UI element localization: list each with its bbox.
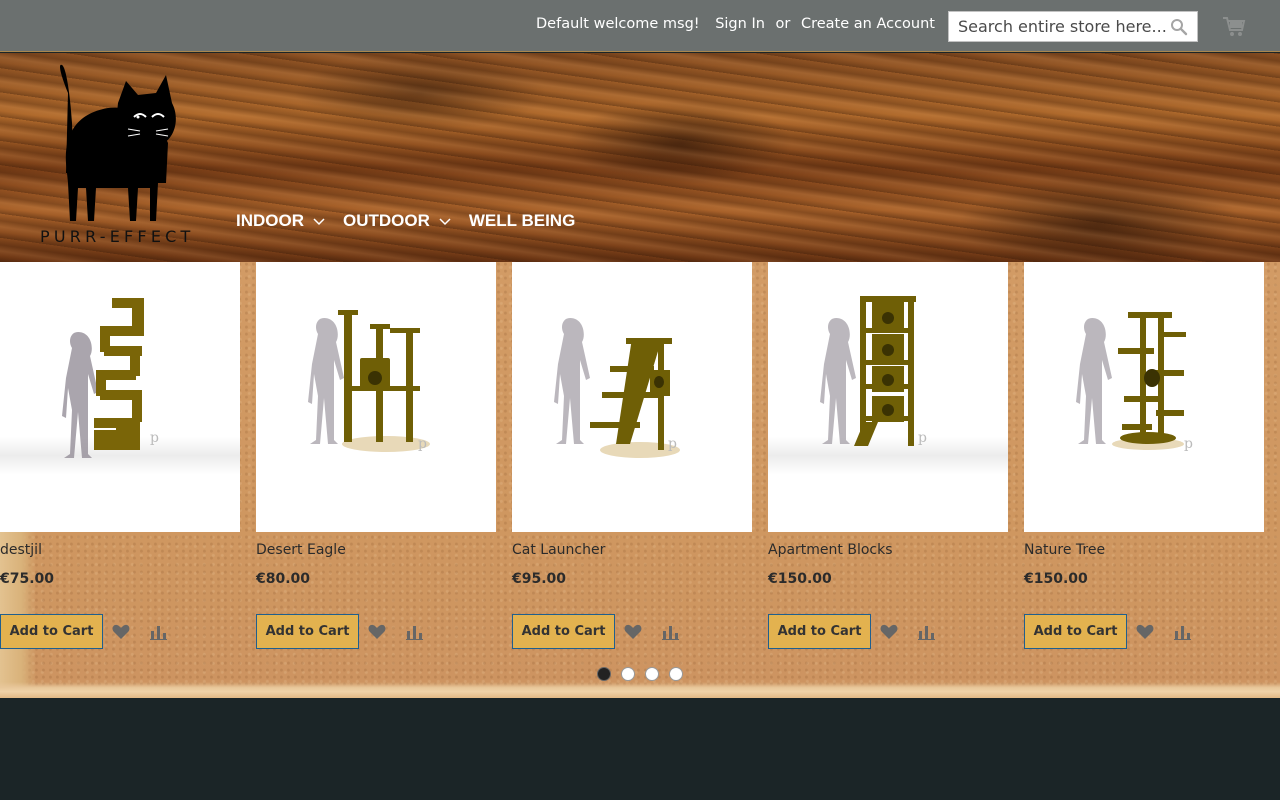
nav-item-label: WELL BEING bbox=[468, 211, 576, 230]
add-to-cart-button[interactable]: Add to Cart bbox=[1024, 614, 1127, 649]
top-bar: Default welcome msg! Sign In or Create a… bbox=[0, 0, 1280, 52]
compare-icon[interactable] bbox=[918, 625, 935, 640]
product-image[interactable]: p bbox=[768, 262, 1008, 532]
add-to-cart-button[interactable]: Add to Cart bbox=[0, 614, 103, 649]
nav-item-indoor[interactable]: INDOOR bbox=[236, 211, 325, 231]
header-links: Default welcome msg! Sign In or Create a… bbox=[536, 16, 935, 32]
product-image[interactable]: p bbox=[1024, 262, 1264, 532]
logo-text: PURR-EFFECT bbox=[40, 227, 195, 246]
product-name[interactable]: destjil bbox=[0, 542, 42, 558]
product-name[interactable]: Cat Launcher bbox=[512, 542, 605, 558]
product-price: €150.00 bbox=[1024, 571, 1088, 587]
nav-item-label: OUTDOOR bbox=[343, 211, 430, 230]
product-card: p Nature Tree €150.00 Add to Cart bbox=[1024, 262, 1264, 649]
cart-icon[interactable] bbox=[1222, 15, 1246, 37]
create-account-link[interactable]: Create an Account bbox=[801, 16, 935, 32]
product-name[interactable]: Desert Eagle bbox=[256, 542, 346, 558]
search-box bbox=[948, 11, 1198, 42]
carousel-dot-3[interactable] bbox=[645, 667, 659, 681]
carousel-dots bbox=[597, 667, 693, 681]
product-image[interactable]: p bbox=[0, 262, 240, 532]
heart-icon[interactable] bbox=[624, 624, 642, 640]
nav-item-label: INDOOR bbox=[236, 211, 304, 230]
product-card: p destjil €75.00 Add to Cart bbox=[0, 262, 240, 649]
welcome-message: Default welcome msg! bbox=[536, 16, 700, 32]
product-name[interactable]: Apartment Blocks bbox=[768, 542, 893, 558]
compare-icon[interactable] bbox=[662, 625, 679, 640]
add-to-cart-button[interactable]: Add to Cart bbox=[256, 614, 359, 649]
product-carousel: p destjil €75.00 Add to Cart p Desert Ea… bbox=[0, 262, 1280, 698]
heart-icon[interactable] bbox=[880, 624, 898, 640]
or-separator: or bbox=[775, 16, 791, 32]
svg-text:p: p bbox=[1184, 436, 1193, 452]
frame-bottom bbox=[0, 682, 1280, 698]
heart-icon[interactable] bbox=[1136, 624, 1154, 640]
product-image[interactable]: p bbox=[256, 262, 496, 532]
site-header: PURR-EFFECT INDOOR OUTDOOR WELL BEING bbox=[0, 53, 1280, 262]
product-card: p Apartment Blocks €150.00 Add to Cart bbox=[768, 262, 1008, 649]
chevron-down-icon bbox=[313, 218, 325, 226]
svg-text:p: p bbox=[418, 436, 427, 452]
add-to-cart-button[interactable]: Add to Cart bbox=[768, 614, 871, 649]
sign-in-link[interactable]: Sign In bbox=[715, 16, 765, 32]
heart-icon[interactable] bbox=[368, 624, 386, 640]
product-card: p Desert Eagle €80.00 Add to Cart bbox=[256, 262, 496, 649]
carousel-dot-1[interactable] bbox=[597, 667, 611, 681]
chevron-down-icon bbox=[439, 218, 451, 226]
nav-item-well-being[interactable]: WELL BEING bbox=[469, 211, 575, 231]
compare-icon[interactable] bbox=[1174, 625, 1191, 640]
main-nav: INDOOR OUTDOOR WELL BEING bbox=[236, 211, 593, 231]
page-footer bbox=[0, 698, 1280, 800]
heart-icon[interactable] bbox=[112, 624, 130, 640]
product-image[interactable]: p bbox=[512, 262, 752, 532]
product-card: p Cat Launcher €95.00 Add to Cart bbox=[512, 262, 752, 649]
add-to-cart-button[interactable]: Add to Cart bbox=[512, 614, 615, 649]
search-icon[interactable] bbox=[1170, 18, 1188, 36]
product-name[interactable]: Nature Tree bbox=[1024, 542, 1105, 558]
carousel-dot-4[interactable] bbox=[669, 667, 683, 681]
product-price: €95.00 bbox=[512, 571, 567, 587]
carousel-dot-2[interactable] bbox=[621, 667, 635, 681]
compare-icon[interactable] bbox=[406, 625, 423, 640]
svg-text:p: p bbox=[918, 430, 927, 446]
product-price: €80.00 bbox=[256, 571, 311, 587]
svg-text:p: p bbox=[668, 436, 677, 452]
nav-item-outdoor[interactable]: OUTDOOR bbox=[343, 211, 451, 231]
product-price: €75.00 bbox=[0, 571, 55, 587]
compare-icon[interactable] bbox=[150, 625, 167, 640]
cat-logo-icon[interactable] bbox=[38, 63, 188, 245]
svg-text:p: p bbox=[150, 430, 159, 446]
product-price: €150.00 bbox=[768, 571, 832, 587]
search-input[interactable] bbox=[949, 12, 1167, 41]
